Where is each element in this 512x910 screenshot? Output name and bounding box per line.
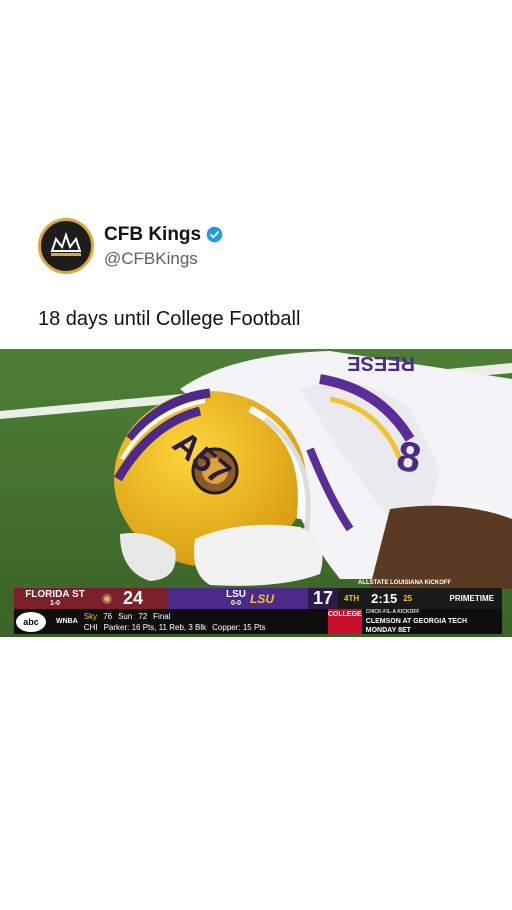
abc-logo: abc (16, 611, 46, 632)
team2-name: LSU (226, 588, 246, 600)
ticker-status: Final (153, 611, 171, 621)
display-name[interactable]: CFB Kings (104, 224, 201, 246)
handle[interactable]: @CFBKings (104, 249, 223, 269)
crown-logo-icon (50, 231, 82, 256)
tweet-header: CFB Kings @CFBKings (38, 218, 223, 274)
avatar[interactable] (38, 218, 94, 274)
ticker-team1: Sky (83, 611, 98, 621)
fsu-logo-icon: ◉ (96, 588, 118, 609)
author-names: CFB Kings @CFBKings (104, 224, 223, 269)
scorebug-top-row: FLORIDA ST 1-0 ◉ 24 LSU 0-0 LSU 17 4TH 2… (14, 588, 502, 609)
scorebug-title: ALLSTATE LOUISIANA KICKOFF (358, 580, 452, 586)
ticker-row-1: Sky 76 Sun 72 Final (84, 611, 294, 622)
network-brand: PRIMETIME (449, 594, 494, 603)
game-period: 4TH (344, 594, 360, 603)
tweet-media[interactable]: 8 REESE A57 ALLSTATE LOUISIANA KICKOFF F… (0, 349, 512, 637)
play-clock: 25 (403, 594, 413, 603)
ticker-row-2: CHI Parker: 16 Pts, 11 Reb, 3 Blk Copper… (84, 622, 294, 633)
ticker-league: WNBA (56, 618, 78, 625)
promo: CHICK-FIL-A KICKOFF CLEMSON AT GEORGIA T… (362, 608, 467, 635)
ticker-line2-team: CHI (83, 622, 98, 632)
tweet-text: 18 days until College Football (38, 308, 301, 330)
team2-block: LSU 0-0 LSU (168, 588, 308, 609)
college-football-logo: COLLEGE (327, 609, 362, 634)
display-name-row: CFB Kings (104, 224, 223, 246)
team2-score: 17 (308, 588, 339, 609)
game-clock: 2:15 (371, 591, 398, 606)
promo-time: MONDAY 8ET (365, 627, 411, 634)
team1-name: FLORIDA ST (25, 588, 85, 600)
team1-block: FLORIDA ST 1-0 (14, 588, 96, 609)
ticker-line2-stat1: Parker: 16 Pts, 11 Reb, 3 Blk (103, 622, 207, 632)
promo-kicker: CHICK-FIL-A KICKOFF (365, 609, 420, 615)
scorebug-ticker-row: abc WNBA Sky 76 Sun 72 Final CHI Parker:… (14, 609, 502, 634)
promo-matchup: CLEMSON AT GEORGIA TECH (365, 618, 468, 625)
svg-text:REESE: REESE (347, 352, 415, 374)
ticker-team1-score: 76 (103, 611, 113, 621)
team2-record: 0-0 (230, 599, 242, 607)
lsu-logo: LSU (250, 591, 274, 606)
team2-name-block: LSU 0-0 (222, 588, 250, 608)
ticker-team2-score: 72 (138, 611, 148, 621)
ticker-line2-stat2: Copper: 15 Pts (212, 622, 266, 632)
ticker: Sky 76 Sun 72 Final CHI Parker: 16 Pts, … (84, 611, 294, 633)
ticker-team2: Sun (118, 611, 133, 621)
team1-score: 24 (118, 588, 168, 609)
verified-badge-icon (206, 226, 223, 243)
team1-record: 1-0 (49, 599, 61, 607)
scorebug: ALLSTATE LOUISIANA KICKOFF FLORIDA ST 1-… (0, 580, 512, 637)
